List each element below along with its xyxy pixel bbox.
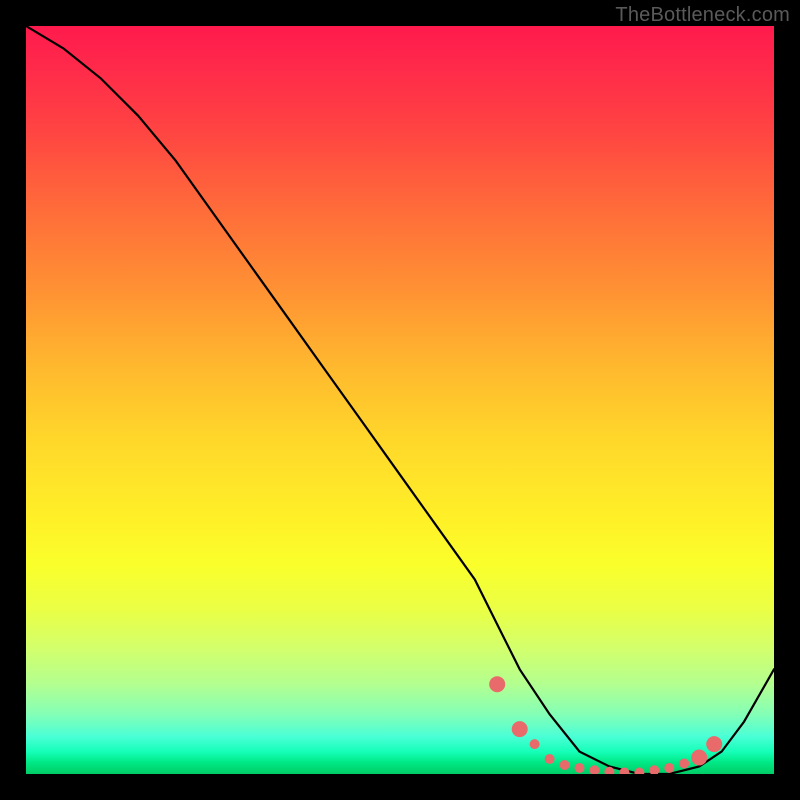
highlight-dot [530, 739, 540, 749]
highlight-dot [560, 760, 570, 770]
chart-plot-area [26, 26, 774, 774]
highlight-dots [489, 676, 722, 774]
highlight-dot [634, 768, 644, 775]
chart-frame: TheBottleneck.com [0, 0, 800, 800]
highlight-dot [679, 759, 689, 769]
watermark-label: TheBottleneck.com [615, 4, 790, 27]
curve-group [26, 26, 774, 774]
highlight-dot [512, 721, 528, 737]
highlight-dot [706, 736, 722, 752]
highlight-dot [489, 676, 505, 692]
highlight-dot [590, 765, 600, 774]
bottleneck-curve [26, 26, 774, 774]
chart-svg [26, 26, 774, 774]
highlight-dot [649, 765, 659, 774]
highlight-dot [691, 750, 707, 766]
highlight-dot [664, 763, 674, 773]
highlight-dot [545, 754, 555, 764]
highlight-dot [575, 763, 585, 773]
